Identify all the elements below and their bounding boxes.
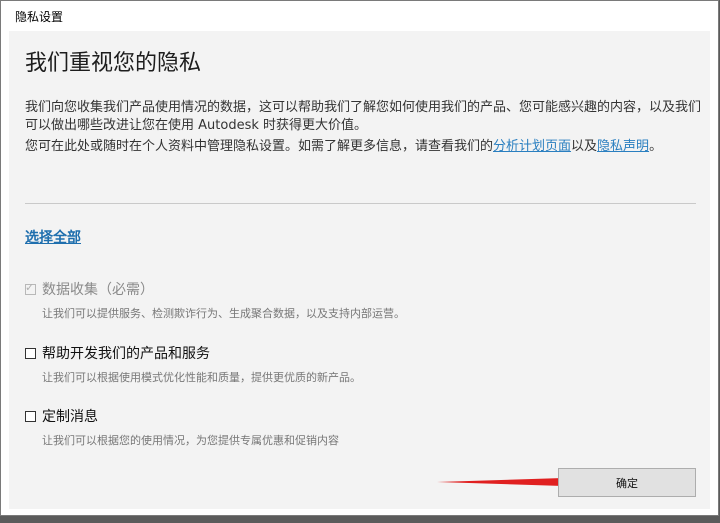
privacy-settings-window: 隐私设置 我们重视您的隐私 我们向您收集我们产品使用情况的数据，这可以帮助我们了…: [0, 0, 719, 516]
option-row: ✓ 数据收集（必需）: [25, 279, 405, 299]
option-product-improvement: 帮助开发我们的产品和服务 让我们可以根据使用模式优化性能和质量，提供更优质的新产…: [25, 343, 361, 385]
window-title: 隐私设置: [15, 9, 64, 24]
settings-paragraph-conjunction: 以及: [571, 139, 598, 154]
check-icon: ✓: [25, 280, 35, 294]
option-custom-messages: 定制消息 让我们可以根据您的使用情况，为您提供专属优惠和促销内容: [25, 406, 339, 448]
ok-button[interactable]: 确定: [558, 468, 696, 497]
analytics-program-link[interactable]: 分析计划页面: [493, 139, 571, 154]
option-data-collection: ✓ 数据收集（必需） 让我们可以提供服务、检测欺诈行为、生成聚合数据，以及支持内…: [25, 279, 405, 321]
option-description: 让我们可以提供服务、检测欺诈行为、生成聚合数据，以及支持内部运营。: [42, 307, 405, 320]
settings-paragraph: 您可在此处或随时在个人资料中管理隐私设置。如需了解更多信息，请查看我们的分析计划…: [25, 138, 701, 156]
title-bar: 隐私设置: [1, 1, 718, 31]
option-label[interactable]: 定制消息: [42, 406, 98, 426]
product-improvement-checkbox[interactable]: [25, 347, 36, 359]
data-collection-checkbox: ✓: [25, 280, 36, 295]
custom-messages-checkbox[interactable]: [25, 410, 36, 422]
select-all-link[interactable]: 选择全部: [25, 227, 81, 247]
option-row: 定制消息: [25, 406, 339, 426]
option-description: 让我们可以根据您的使用情况，为您提供专属优惠和促销内容: [42, 434, 339, 447]
intro-paragraph: 我们向您收集我们产品使用情况的数据，这可以帮助我们了解您如何使用我们的产品、您可…: [25, 100, 702, 133]
option-label[interactable]: 帮助开发我们的产品和服务: [42, 343, 210, 363]
privacy-statement-link[interactable]: 隐私声明: [597, 139, 649, 154]
option-description: 让我们可以根据使用模式优化性能和质量，提供更优质的新产品。: [42, 371, 361, 384]
content-panel: 我们重视您的隐私 我们向您收集我们产品使用情况的数据，这可以帮助我们了解您如何使…: [9, 31, 710, 509]
option-row: 帮助开发我们的产品和服务: [25, 343, 361, 363]
settings-paragraph-text: 您可在此处或随时在个人资料中管理隐私设置。如需了解更多信息，请查看我们的: [25, 139, 494, 154]
page-heading: 我们重视您的隐私: [25, 51, 202, 76]
divider: [25, 203, 696, 204]
option-label: 数据收集（必需）: [42, 282, 154, 298]
settings-paragraph-end: 。: [649, 139, 663, 154]
